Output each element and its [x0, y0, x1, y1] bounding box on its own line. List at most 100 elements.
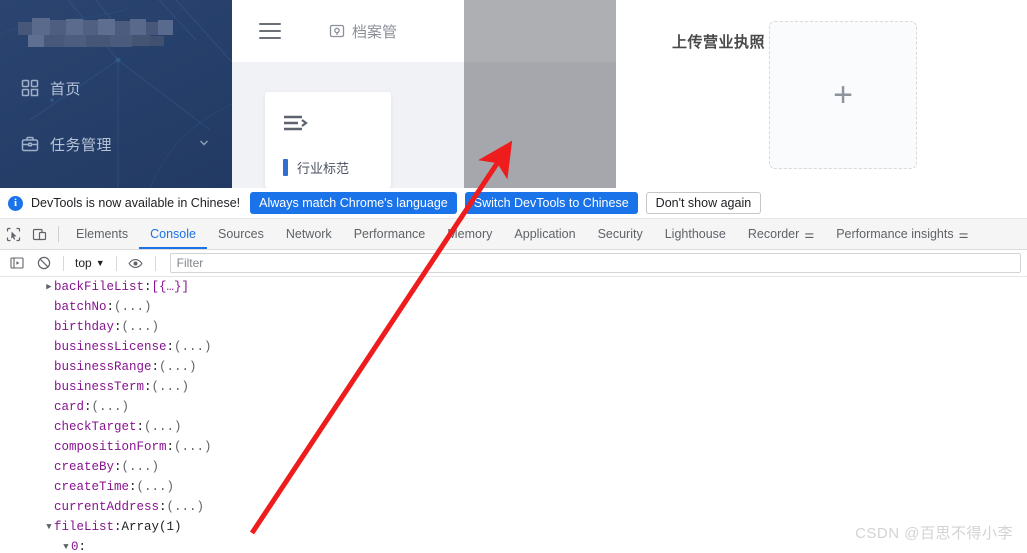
breadcrumb-label: 档案管 [352, 23, 398, 41]
tab-console[interactable]: Console [139, 220, 207, 249]
property-colon: : [114, 520, 122, 534]
property-name: card [54, 400, 85, 414]
tab-label: Performance insights [836, 227, 954, 241]
console-property-row[interactable]: ▶businessTerm: (...) [0, 377, 1027, 397]
property-value: (...) [151, 380, 190, 394]
console-property-row[interactable]: ▶businessLicense: (...) [0, 337, 1027, 357]
app-content-card[interactable]: 行业标范 [265, 92, 391, 188]
clear-console-icon[interactable] [33, 252, 55, 274]
property-value: [{…}] [151, 280, 190, 294]
property-value: (...) [159, 360, 197, 374]
execution-context-selector[interactable]: top ▼ [72, 256, 108, 270]
devtools-panel: i DevTools is now available in Chinese! … [0, 188, 1027, 553]
info-icon: i [8, 195, 23, 211]
property-colon: : [166, 440, 175, 454]
card-label: 行业标范 [297, 161, 350, 176]
console-property-row[interactable]: ▶ backFileList: [{…}] [0, 277, 1027, 297]
console-property-row[interactable]: ▶compositionForm: (...) [0, 437, 1027, 457]
property-colon: : [166, 340, 175, 354]
console-output[interactable]: ▶backFileList: [{…}]▶batchNo: (...)▶birt… [0, 277, 1027, 553]
app-logo-redacted [18, 14, 184, 48]
modal-backdrop [464, 0, 616, 188]
property-colon: : [84, 400, 92, 414]
tab-elements[interactable]: Elements [65, 220, 139, 249]
archive-icon [329, 23, 345, 39]
tab-security[interactable]: Security [587, 220, 654, 249]
console-property-row[interactable]: ▶createTime: (...) [0, 477, 1027, 497]
property-colon: : [144, 380, 152, 394]
flask-icon: ⚌ [958, 228, 969, 241]
sidebar-item-label: 任务管理 [50, 136, 113, 154]
property-value: (...) [144, 420, 182, 434]
dashboard-icon [20, 78, 40, 98]
property-name: birthday [54, 320, 115, 334]
tab-memory[interactable]: Memory [436, 220, 503, 249]
sidebar-item-label: 首页 [50, 80, 82, 98]
property-value: (...) [166, 500, 205, 514]
property-colon: : [144, 280, 152, 294]
property-name: compositionForm [54, 440, 167, 454]
console-property-row[interactable]: ▶checkTarget: (...) [0, 417, 1027, 437]
tab-network[interactable]: Network [275, 220, 343, 249]
property-value: (...) [136, 480, 175, 494]
web-application: 首页 任务管理 档案管 行业标范 上传营业执照 + [0, 0, 1027, 188]
property-name: businessRange [54, 360, 152, 374]
property-name: businessLicense [54, 340, 167, 354]
dont-show-again-button[interactable]: Don't show again [645, 191, 762, 215]
property-value: (...) [91, 400, 130, 414]
property-name: currentAddress [54, 500, 160, 514]
device-toolbar-icon[interactable] [26, 221, 52, 247]
execute-icon[interactable] [6, 252, 28, 274]
tab-label: Network [285, 227, 332, 241]
filter-input[interactable] [169, 253, 1021, 273]
card-row: 行业标范 [283, 158, 349, 177]
property-colon: : [114, 320, 122, 334]
upload-dropzone[interactable]: + [769, 21, 917, 169]
list-icon [283, 114, 309, 139]
switch-devtools-to-chinese-button[interactable]: Switch DevTools to Chinese [464, 191, 638, 215]
console-property-row[interactable]: ▶createBy: (...) [0, 457, 1027, 477]
console-property-row[interactable]: ▶birthday: (...) [0, 317, 1027, 337]
banner-message: DevTools is now available in Chinese! [31, 196, 241, 210]
inspect-icon[interactable] [0, 221, 26, 247]
chevron-down-icon[interactable]: ▼ [61, 537, 71, 553]
eye-icon[interactable] [125, 252, 147, 274]
property-colon: : [78, 540, 87, 553]
property-name: businessTerm [54, 380, 145, 394]
property-name: createBy [54, 460, 115, 474]
tab-performance-insights[interactable]: Performance insights ⚌ [825, 220, 979, 249]
chevron-right-icon[interactable]: ▶ [44, 277, 54, 297]
tab-label: Application [514, 227, 576, 241]
property-colon: : [136, 420, 145, 434]
breadcrumb: 档案管 [329, 21, 397, 42]
chevron-down-icon[interactable]: ▼ [44, 517, 54, 537]
tab-application[interactable]: Application [503, 220, 586, 249]
chevron-down-icon: ▼ [95, 258, 105, 268]
console-property-row[interactable]: ▶batchNo: (...) [0, 297, 1027, 317]
property-name: 0 [71, 540, 79, 553]
tab-label: Recorder [747, 227, 800, 241]
console-property-row[interactable]: ▶businessRange: (...) [0, 357, 1027, 377]
property-name: batchNo [54, 300, 107, 314]
console-property-row[interactable]: ▶card: (...) [0, 397, 1027, 417]
tab-recorder[interactable]: Recorder ⚌ [737, 220, 825, 249]
property-colon: : [129, 480, 137, 494]
hamburger-icon[interactable] [259, 23, 281, 39]
console-property-row[interactable]: ▼ 0: [0, 537, 1027, 553]
sidebar-item-task-management[interactable]: 任务管理 [0, 124, 232, 164]
property-colon: : [106, 300, 115, 314]
tab-label: Lighthouse [664, 227, 726, 241]
console-property-row[interactable]: ▶currentAddress: (...) [0, 497, 1027, 517]
sidebar-item-home[interactable]: 首页 [0, 68, 232, 108]
console-property-row[interactable]: ▼ fileList: Array(1) [0, 517, 1027, 537]
tab-sources[interactable]: Sources [207, 220, 275, 249]
always-match-language-button[interactable]: Always match Chrome's language [250, 191, 457, 215]
property-value: (...) [174, 340, 212, 354]
upload-field-label: 上传营业执照 [672, 34, 766, 51]
tab-lighthouse[interactable]: Lighthouse [654, 220, 737, 249]
tab-label: Memory [447, 227, 493, 241]
plus-icon: + [833, 76, 853, 114]
tab-performance[interactable]: Performance [343, 220, 437, 249]
property-value: (...) [121, 460, 160, 474]
devtools-language-banner: i DevTools is now available in Chinese! … [0, 188, 1027, 219]
